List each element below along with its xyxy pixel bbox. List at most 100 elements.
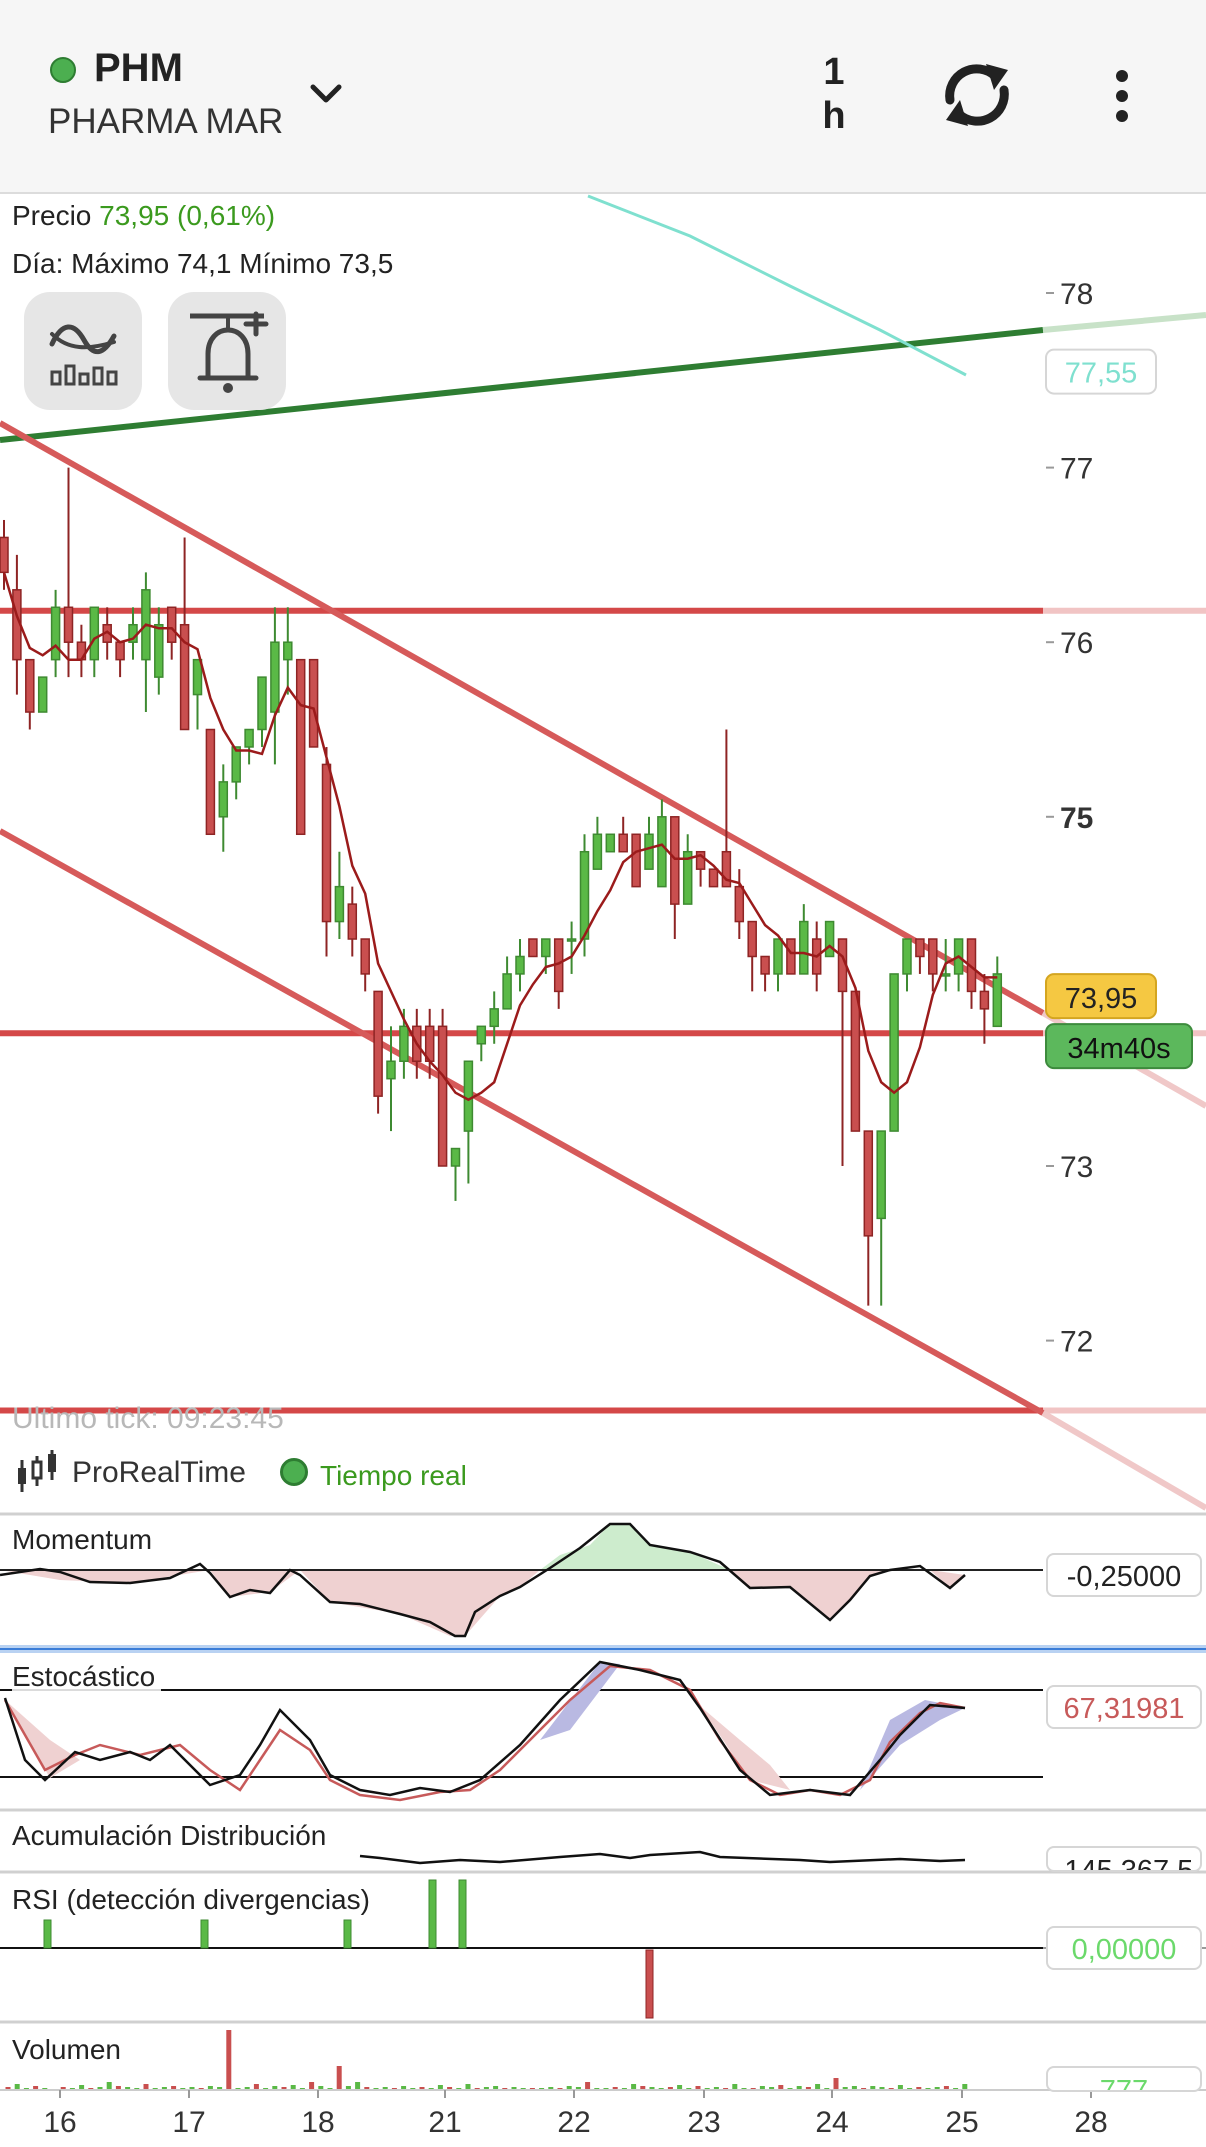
price-change: (0,61%) (177, 200, 276, 231)
volume-bar (585, 2082, 591, 2090)
candle-body (205, 728, 216, 836)
stochastic-value: 67,31981 (1046, 1685, 1202, 1729)
stochastic-title[interactable]: Estocástico (12, 1661, 162, 1693)
candle-body (657, 816, 667, 888)
instrument-name[interactable]: PHARMA MAR (48, 102, 283, 142)
candle-body (992, 973, 1003, 1028)
candle-body (37, 676, 48, 713)
candle-body (489, 1008, 499, 1028)
ad-title[interactable]: Acumulación Distribución (12, 1820, 333, 1852)
price-tick-label: 77 (1060, 453, 1093, 486)
candle-body (760, 955, 770, 975)
ad-value: -145.367,5 (1046, 1846, 1202, 1872)
ma-badge-label: 77,55 (1065, 358, 1138, 390)
volume-bar (106, 2082, 112, 2090)
candle-body (541, 938, 551, 958)
candle-body (89, 606, 100, 661)
candle-body (928, 938, 938, 975)
candle-body (786, 938, 796, 975)
price-axis: 78 77 76 75 73 72 77,55 73,95 34m40s (1045, 278, 1193, 1359)
momentum-title[interactable]: Momentum (12, 1524, 159, 1556)
candle-body (618, 833, 628, 853)
price-info: Precio 73,95 (0,61%) (12, 200, 275, 232)
candle-body (270, 641, 280, 713)
candle-body (360, 938, 370, 975)
time-tick-label: 16 (43, 2106, 76, 2139)
price-label: Precio (12, 200, 92, 231)
candle-body (979, 990, 990, 1010)
candle-body (63, 606, 74, 643)
candle-body (579, 850, 590, 940)
chart-canvas[interactable]: 78 77 76 75 73 72 77,55 73,95 34m40s 16 17 18 21 22 2… (0, 193, 1206, 2147)
candle-body (528, 938, 538, 958)
time-tick-label: 28 (1074, 2106, 1107, 2139)
volume-bar (833, 2078, 839, 2090)
price-tick-label: 78 (1060, 278, 1093, 311)
candle-body (373, 990, 383, 1097)
provider-name: ProRealTime (72, 1456, 246, 1489)
candle-body (940, 973, 951, 977)
top-bar: PHM PHARMA MAR 1 h (0, 0, 1206, 194)
time-tick-label: 22 (557, 2106, 590, 2139)
candle-body (773, 938, 783, 975)
candle-body (115, 641, 125, 661)
candle-body (566, 938, 577, 942)
candle-body (154, 623, 164, 678)
refresh-icon[interactable] (940, 60, 1014, 130)
candle-body (192, 658, 203, 696)
min-value: 73,5 (338, 248, 394, 279)
time-tick-label: 23 (687, 2106, 720, 2139)
candle-body (915, 938, 925, 958)
candle-body (308, 658, 319, 748)
candle-body (876, 1130, 886, 1220)
volume-title[interactable]: Volumen (12, 2034, 127, 2066)
candle-body (50, 606, 61, 661)
candle-body (231, 746, 241, 783)
candle-body (347, 903, 358, 940)
bell-plus-icon (190, 311, 269, 393)
candle-body (463, 1060, 474, 1132)
indicators-button[interactable] (24, 292, 142, 410)
more-menu-icon[interactable] (1100, 68, 1144, 124)
realtime-status-dot (280, 1458, 308, 1486)
current-price-label: 73,95 (1065, 983, 1138, 1015)
stochastic-fill-up (540, 1662, 620, 1740)
max-value: 74,1 (176, 248, 232, 279)
timeframe-selector[interactable]: 1 h (800, 50, 868, 138)
day-label: Día: (12, 248, 64, 279)
candle-body (515, 955, 525, 975)
time-tick-label: 25 (945, 2106, 978, 2139)
rsi-bull-bar (43, 1919, 52, 1949)
channel-upper-line (0, 420, 1045, 1016)
rsi-bull-bar (428, 1879, 437, 1949)
price-tick-label: 76 (1060, 627, 1093, 660)
candle-body (295, 658, 306, 836)
rsi-value: 0,00000 (1046, 1926, 1202, 1970)
price-tick-label: 72 (1060, 1326, 1093, 1359)
candle-body (799, 920, 809, 975)
momentum-negative-fill-2 (730, 1570, 890, 1620)
moving-averages (2, 572, 998, 1102)
rsi-title[interactable]: RSI (detección divergencias) (12, 1884, 376, 1916)
add-alert-button[interactable] (168, 292, 286, 410)
countdown-label: 34m40s (1067, 1033, 1170, 1065)
ticker-symbol[interactable]: PHM (94, 46, 183, 91)
price-tick-label: 73 (1060, 1151, 1093, 1184)
chevron-down-icon[interactable] (308, 80, 344, 108)
candle-body (386, 1060, 396, 1080)
candle-body (257, 676, 267, 731)
candles (0, 467, 1003, 1306)
candle-body (283, 641, 293, 661)
candle-body (708, 868, 719, 888)
candle-body (850, 990, 861, 1132)
max-label: Máximo (71, 248, 170, 279)
candle-body (218, 781, 229, 818)
candlestick-logo-icon (18, 1450, 56, 1492)
candle-body (824, 920, 835, 958)
volume-value: 777 (1046, 2066, 1202, 2092)
candle-body (450, 1147, 461, 1167)
rsi-bull-bar (200, 1919, 209, 1949)
candle-body (399, 1025, 409, 1062)
indicators-icon (49, 324, 118, 386)
time-tick-label: 24 (815, 2106, 848, 2139)
